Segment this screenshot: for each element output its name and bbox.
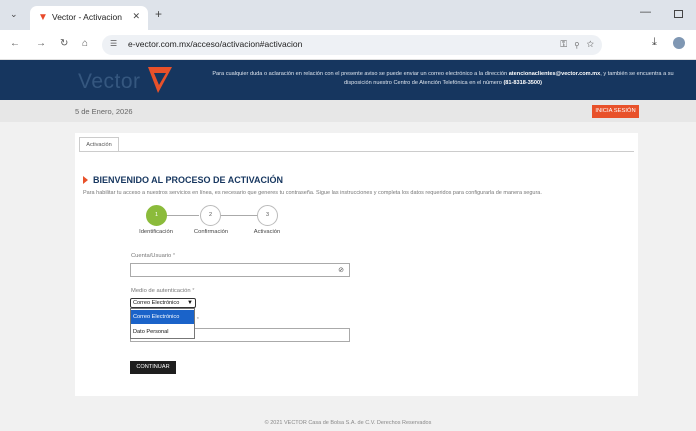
page-title: BIENVENIDO AL PROCESO DE ACTIVACIÓN — [93, 175, 284, 185]
required-mark: * — [196, 317, 200, 323]
current-date: 5 de Enero, 2026 — [75, 107, 133, 116]
tab-activacion[interactable]: Activación — [79, 137, 119, 151]
step-2-label: Confirmación — [193, 229, 229, 235]
url-actions: ⚿ ⚲ ☆ — [560, 39, 594, 50]
zoom-icon[interactable]: ⚲ — [575, 39, 579, 49]
step-1-circle: 1 — [146, 205, 167, 226]
notice-text-1: Para cualquier duda o aclaración en rela… — [212, 71, 508, 77]
notice-email[interactable]: atencionaclientes@vector.com.mx — [509, 71, 601, 77]
step-2-circle: 2 — [200, 205, 221, 226]
tab-title: Vector - Activacion — [52, 12, 122, 22]
step-3-circle: 3 — [257, 205, 278, 226]
sub-header: 5 de Enero, 2026 INICIA SESIÓN — [0, 100, 696, 122]
address-bar-row: ← → ↻ ⌂ ☰ e-vector.com.mx/acceso/activac… — [0, 30, 696, 60]
tab-list-chevron-icon[interactable]: ⌄ — [10, 9, 18, 20]
auth-method-label: Medio de autenticación * — [131, 288, 195, 294]
password-key-icon[interactable]: ⚿ — [560, 39, 567, 49]
hide-password-icon[interactable]: ⊘ — [338, 266, 344, 274]
auth-method-dropdown: Correo Electrónico Dato Personal — [130, 308, 195, 339]
site-info-icon[interactable]: ☰ — [110, 39, 117, 48]
option-dato-personal[interactable]: Dato Personal — [131, 325, 194, 339]
continue-button[interactable]: CONTINUAR — [130, 361, 176, 374]
step-1-label: Identificación — [139, 229, 173, 235]
browser-tab[interactable]: ▼ Vector - Activacion ✕ — [30, 6, 148, 30]
instructions-text: Para habilitar tu acceso a nuestros serv… — [83, 190, 542, 196]
download-icon[interactable]: ⤓ — [652, 36, 657, 49]
required-mark: * — [192, 288, 195, 294]
heading-arrow-icon — [83, 176, 88, 184]
minimize-icon[interactable]: — — [640, 6, 651, 18]
step-connector — [220, 215, 262, 216]
account-input[interactable]: ⊘ — [130, 263, 350, 277]
login-button[interactable]: INICIA SESIÓN — [592, 105, 639, 118]
vector-logo-text[interactable]: Vector — [78, 70, 141, 94]
url-text: e-vector.com.mx/acceso/activacion#activa… — [128, 39, 303, 49]
site-header: Vector Para cualquier duda o aclaración … — [0, 60, 696, 100]
tab-divider — [79, 151, 634, 152]
vector-favicon-icon: ▼ — [38, 12, 48, 23]
new-tab-icon[interactable]: + — [155, 7, 162, 21]
step-3-label: Activación — [253, 229, 281, 235]
activation-card: Activación BIENVENIDO AL PROCESO DE ACTI… — [75, 133, 638, 396]
auth-selected-value: Correo Electrónico — [133, 300, 180, 306]
profile-avatar[interactable] — [673, 37, 685, 49]
maximize-icon[interactable] — [674, 10, 683, 18]
bookmark-star-icon[interactable]: ☆ — [587, 39, 594, 49]
notice-phone: (81-8318-3500) — [503, 80, 542, 86]
auth-method-select[interactable]: Correo Electrónico ▼ — [130, 298, 196, 308]
option-correo[interactable]: Correo Electrónico — [131, 310, 194, 324]
browser-tabbar: ⌄ ▼ Vector - Activacion ✕ + — — [0, 0, 696, 30]
account-label-text: Cuenta/Usuario — [131, 253, 172, 259]
back-icon[interactable]: ← — [10, 38, 20, 49]
account-label: Cuenta/Usuario * — [131, 253, 175, 259]
home-icon[interactable]: ⌂ — [82, 38, 88, 49]
close-tab-icon[interactable]: ✕ — [132, 11, 140, 22]
reload-icon[interactable]: ↻ — [60, 38, 68, 49]
vector-logo-mark-icon — [148, 67, 172, 93]
forward-icon[interactable]: → — [36, 38, 46, 49]
auth-method-label-text: Medio de autenticación — [131, 288, 191, 294]
contact-notice: Para cualquier duda o aclaración en rela… — [210, 70, 676, 88]
required-mark: * — [172, 253, 176, 259]
chevron-down-icon: ▼ — [187, 300, 193, 306]
url-field[interactable]: ☰ e-vector.com.mx/acceso/activacion#acti… — [102, 35, 602, 55]
footer-copyright: © 2021 VECTOR Casa de Bolsa S.A. de C.V.… — [264, 420, 432, 426]
